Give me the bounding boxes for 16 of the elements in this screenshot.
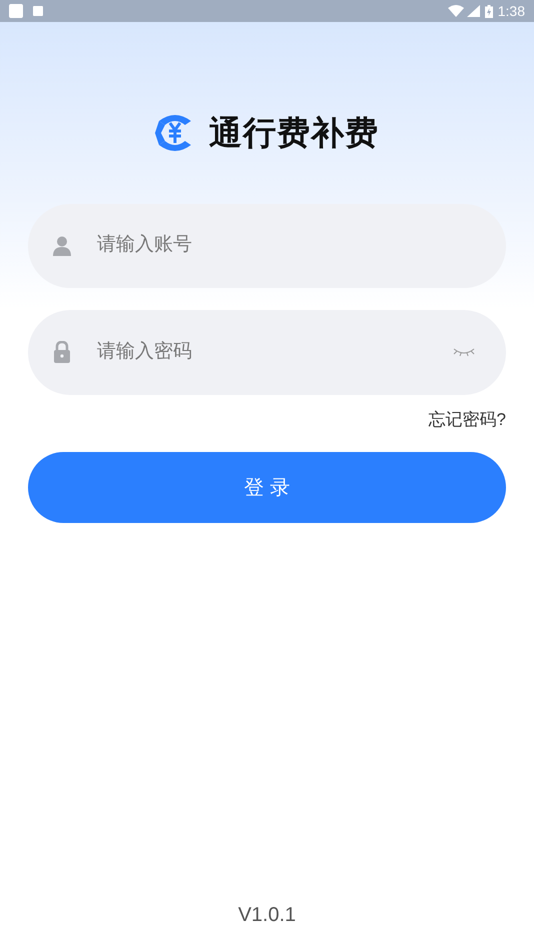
wifi-icon [448, 5, 464, 17]
notification-icon [9, 4, 23, 18]
password-input[interactable]: 请输入密码 [97, 338, 452, 366]
password-field[interactable]: 请输入密码 [28, 310, 506, 394]
login-button[interactable]: 登 录 [28, 452, 506, 523]
status-time: 1:38 [498, 4, 525, 18]
user-icon [53, 236, 71, 256]
app-title: 通行费补费 [209, 113, 379, 153]
app-notification-icon [33, 6, 43, 16]
lock-icon [53, 341, 71, 363]
signal-icon [466, 5, 480, 17]
battery-charging-icon [484, 4, 493, 18]
account-field[interactable]: 请输入账号 [28, 204, 506, 288]
forgot-password-link[interactable]: 忘记密码? [428, 406, 506, 432]
version-label: V1.0.1 [238, 903, 296, 928]
account-input[interactable]: 请输入账号 [97, 231, 476, 260]
